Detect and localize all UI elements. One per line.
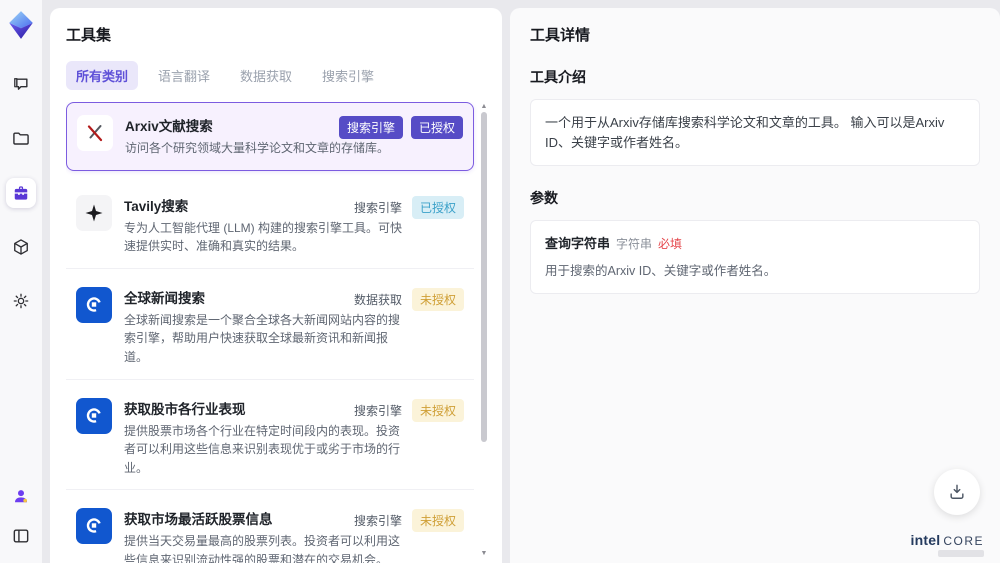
tool-card-global-news[interactable]: 全球新闻搜索 全球新闻搜索是一个聚合全球各大新闻网站内容的搜索引擎，帮助用户快速… xyxy=(66,274,474,380)
tool-list: Arxiv文献搜索 访问各个研究领域大量科学论文和文章的存储库。 搜索引擎 已授… xyxy=(66,102,488,563)
scroll-down-icon[interactable]: ▼ xyxy=(480,550,488,557)
tool-desc: 全球新闻搜索是一个聚合全球各大新闻网站内容的搜索引擎，帮助用户快速获取全球最新资… xyxy=(124,312,401,364)
auth-status-badge: 未授权 xyxy=(411,509,464,533)
tool-card-stock-sectors[interactable]: 获取股市各行业表现 提供股票市场各个行业在特定时间段内的表现。投资者可以利用这些… xyxy=(66,385,474,491)
category-badge: 数据获取 xyxy=(353,292,402,307)
tool-desc: 提供当天交易量最高的股票列表。投资者可以利用这些信息来识别流动性强的股票和潜在的… xyxy=(124,534,401,563)
intro-section-title: 工具介绍 xyxy=(530,69,586,85)
param-required-flag: 必填 xyxy=(658,237,683,251)
tool-desc: 专为人工智能代理 (LLM) 构建的搜索引擎工具。可快速提供实时、准确和真实的结… xyxy=(124,220,403,254)
tools-panel: 工具集 所有类别 语言翻译 数据获取 搜索引擎 Arxiv文献搜索 访问各个研究… xyxy=(50,8,502,563)
chat-icon[interactable] xyxy=(6,70,36,100)
rail-nav xyxy=(6,70,36,316)
panel-toggle-icon[interactable] xyxy=(6,521,36,551)
app-root: 工具集 所有类别 语言翻译 数据获取 搜索引擎 Arxiv文献搜索 访问各个研究… xyxy=(0,0,1000,563)
download-button[interactable] xyxy=(934,469,980,515)
tab-data-fetching[interactable]: 数据获取 xyxy=(230,61,302,90)
auth-status-badge: 已授权 xyxy=(411,195,464,219)
user-avatar-icon[interactable] xyxy=(6,481,36,511)
folder-icon[interactable] xyxy=(6,124,36,154)
param-type: 字符串 xyxy=(616,237,653,251)
params-section-title: 参数 xyxy=(530,190,558,206)
tool-card-arxiv[interactable]: Arxiv文献搜索 访问各个研究领域大量科学论文和文章的存储库。 搜索引擎 已授… xyxy=(66,102,474,171)
arxiv-icon xyxy=(77,115,113,151)
category-badge: 搜索引擎 xyxy=(338,116,403,139)
news-app-icon xyxy=(76,286,112,323)
brand-subtext xyxy=(938,550,984,557)
rail-bottom xyxy=(6,481,36,551)
auth-status-badge: 未授权 xyxy=(411,398,464,422)
core-wordmark: CORE xyxy=(943,534,984,548)
tool-card-tavily[interactable]: Tavily搜索 专为人工智能代理 (LLM) 构建的搜索引擎工具。可快速提供实… xyxy=(66,182,474,269)
auth-status-badge: 未授权 xyxy=(411,287,464,311)
content-area: 工具集 所有类别 语言翻译 数据获取 搜索引擎 Arxiv文献搜索 访问各个研究… xyxy=(42,0,1000,563)
parameter-box: 查询字符串 字符串 必填 用于搜索的Arxiv ID、关键字或作者姓名。 xyxy=(530,220,980,295)
param-desc: 用于搜索的Arxiv ID、关键字或作者姓名。 xyxy=(545,263,777,278)
tool-intro-box: 一个用于从Arxiv存储库搜索科学论文和文章的工具。 输入可以是Arxiv ID… xyxy=(530,99,980,166)
intel-wordmark: intel xyxy=(910,532,941,548)
tab-language-translation[interactable]: 语言翻译 xyxy=(148,61,220,90)
stock-app-icon xyxy=(76,397,112,434)
scrollbar-thumb[interactable] xyxy=(481,112,487,442)
intel-core-logo: intel CORE xyxy=(911,532,984,557)
tool-card-active-stocks[interactable]: 获取市场最活跃股票信息 提供当天交易量最高的股票列表。投资者可以利用这些信息来识… xyxy=(66,496,474,563)
list-scrollbar[interactable]: ▲ ▼ xyxy=(480,102,488,563)
tool-desc: 提供股票市场各个行业在特定时间段内的表现。投资者可以利用这些信息来识别表现优于或… xyxy=(124,423,401,475)
stock-app-icon xyxy=(76,508,112,545)
scroll-up-icon[interactable]: ▲ xyxy=(480,103,488,110)
category-tabs: 所有类别 语言翻译 数据获取 搜索引擎 xyxy=(66,61,488,90)
tools-panel-title: 工具集 xyxy=(66,27,112,44)
left-rail xyxy=(0,0,42,563)
details-panel-title: 工具详情 xyxy=(530,27,591,44)
cube-icon[interactable] xyxy=(6,232,36,262)
auth-status-badge: 已授权 xyxy=(410,116,463,139)
toolbox-icon[interactable] xyxy=(6,178,36,208)
tab-all-categories[interactable]: 所有类别 xyxy=(66,61,139,90)
app-logo-icon[interactable] xyxy=(6,10,36,40)
category-badge: 搜索引擎 xyxy=(353,514,402,529)
tool-desc: 访问各个研究领域大量科学论文和文章的存储库。 xyxy=(125,141,390,155)
settings-gear-icon[interactable] xyxy=(6,286,36,316)
param-name: 查询字符串 xyxy=(545,236,611,251)
category-badge: 搜索引擎 xyxy=(353,403,402,418)
tool-details-panel: 工具详情 工具介绍 一个用于从Arxiv存储库搜索科学论文和文章的工具。 输入可… xyxy=(510,8,1000,563)
tab-search-engine[interactable]: 搜索引擎 xyxy=(312,61,384,90)
tavily-star-icon xyxy=(76,194,112,231)
category-badge: 搜索引擎 xyxy=(353,200,402,215)
